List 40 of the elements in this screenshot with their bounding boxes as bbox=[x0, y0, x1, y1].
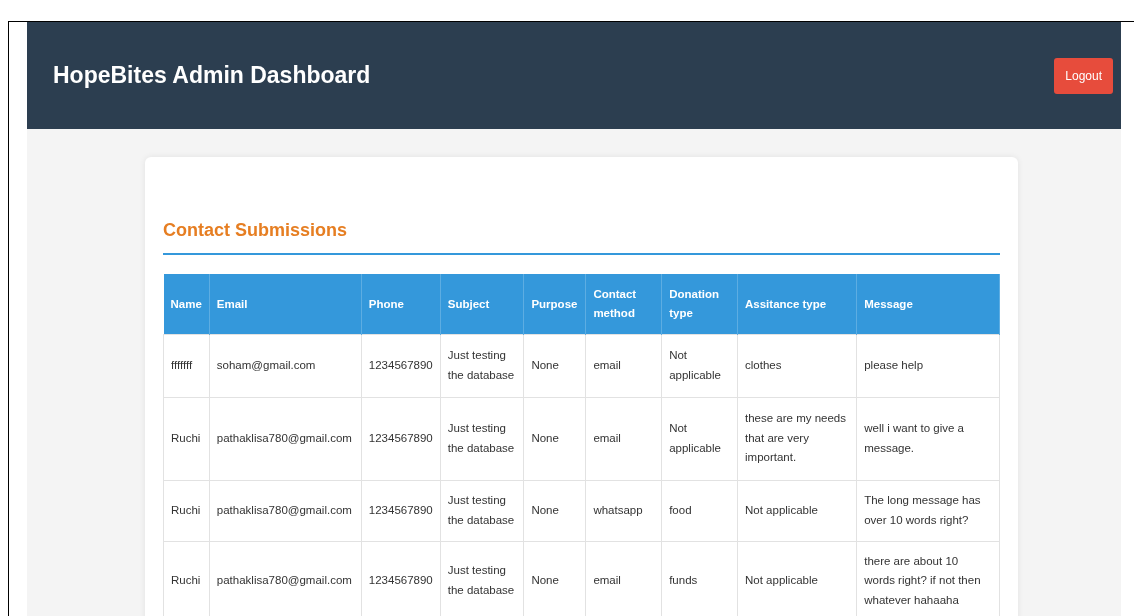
table-cell: soham@gmail.com bbox=[209, 334, 362, 397]
table-cell: None bbox=[523, 480, 586, 541]
table-cell: clothes bbox=[737, 334, 857, 397]
table-cell: Just testing the database bbox=[440, 397, 524, 480]
table-cell: fffffff bbox=[163, 334, 210, 397]
dashboard-title: HopeBites Admin Dashboard bbox=[53, 61, 371, 91]
table-cell: well i want to give a message. bbox=[856, 397, 1000, 480]
table-cell: whatsapp bbox=[585, 480, 662, 541]
table-cell: Not applicable bbox=[737, 480, 857, 541]
section-title: Contact Submissions bbox=[163, 217, 1000, 255]
column-header: Donation type bbox=[661, 274, 738, 334]
table-cell: Ruchi bbox=[163, 541, 210, 616]
table-cell: Ruchi bbox=[163, 397, 210, 480]
column-header: Subject bbox=[440, 274, 524, 334]
table-cell: The long message has over 10 words right? bbox=[856, 480, 1000, 541]
table-cell: 1234567890 bbox=[361, 397, 441, 480]
table-cell: Just testing the database bbox=[440, 480, 524, 541]
table-cell: pathaklisa780@gmail.com bbox=[209, 480, 362, 541]
table-cell: None bbox=[523, 334, 586, 397]
table-cell: email bbox=[585, 397, 662, 480]
column-header: Contact method bbox=[585, 274, 662, 334]
table-cell: Not applicable bbox=[661, 397, 738, 480]
table-cell: 1234567890 bbox=[361, 334, 441, 397]
table-cell: these are my needs that are very important. bbox=[737, 397, 857, 480]
column-header: Purpose bbox=[523, 274, 586, 334]
table-cell: please help bbox=[856, 334, 1000, 397]
column-header: Name bbox=[163, 274, 210, 334]
column-header: Phone bbox=[361, 274, 441, 334]
column-header: Email bbox=[209, 274, 362, 334]
table-cell: Ruchi bbox=[163, 480, 210, 541]
table-cell: 1234567890 bbox=[361, 480, 441, 541]
column-header: Message bbox=[856, 274, 1000, 334]
table-cell: Just testing the database bbox=[440, 334, 524, 397]
column-header: Assitance type bbox=[737, 274, 857, 334]
table-cell: food bbox=[661, 480, 738, 541]
logout-button[interactable]: Logout bbox=[1054, 57, 1113, 94]
table-cell: Not applicable bbox=[661, 334, 738, 397]
table-cell: email bbox=[585, 334, 662, 397]
table-cell: pathaklisa780@gmail.com bbox=[209, 397, 362, 480]
table-cell: None bbox=[523, 397, 586, 480]
